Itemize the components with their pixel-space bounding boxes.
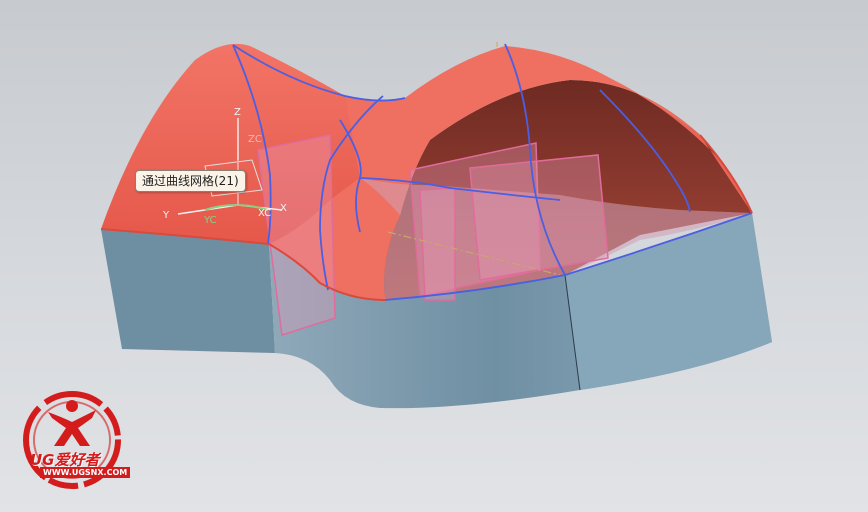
triad-label-z: Z xyxy=(234,107,241,118)
left-wall-face[interactable] xyxy=(101,229,275,353)
ug-logo xyxy=(23,391,121,489)
triad-label-xc: XC xyxy=(258,208,272,219)
watermark-url: WWW.UGSNX.COM xyxy=(40,467,131,478)
triad-label-x: X xyxy=(280,203,287,214)
triad-label-zc: ZC xyxy=(248,134,262,145)
feature-tooltip: 通过曲线网格(21) xyxy=(135,170,246,192)
graphics-window[interactable]: 通过曲线网格(21) Z ZC Y YC XC X UG爱好者 WWW.UGSN… xyxy=(0,0,868,512)
triad-label-yc: YC xyxy=(204,215,217,226)
triad-label-y: Y xyxy=(163,210,170,221)
datum-plane-3[interactable] xyxy=(469,154,609,281)
